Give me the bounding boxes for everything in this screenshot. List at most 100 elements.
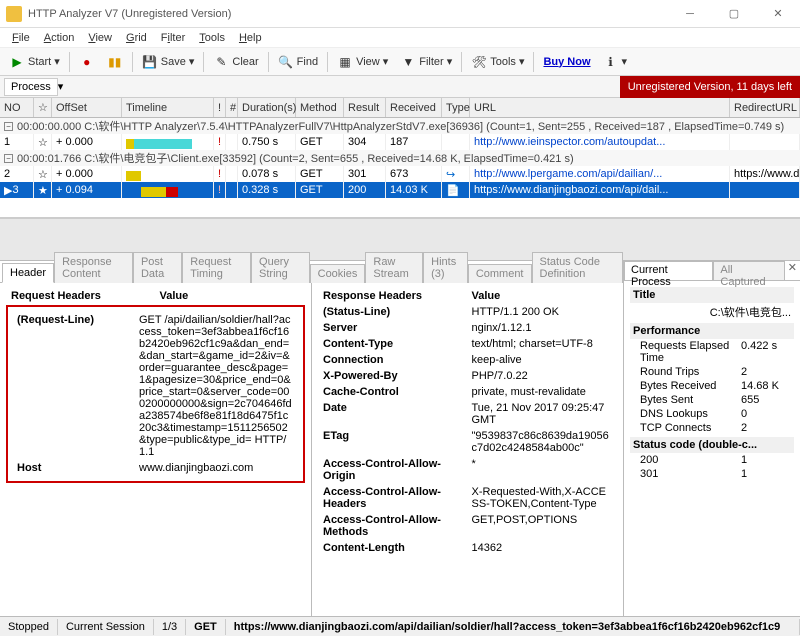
status-count: 1/3: [154, 619, 186, 635]
statusbar: Stopped Current Session 1/3 GET https://…: [0, 616, 800, 636]
col-result[interactable]: Result: [344, 98, 386, 117]
col-method[interactable]: Method: [296, 98, 344, 117]
tab-cookies[interactable]: Cookies: [310, 264, 366, 283]
header-value: nginx/1.12.1: [469, 321, 616, 335]
col-star[interactable]: ☆: [34, 98, 52, 117]
tab-postdata[interactable]: Post Data: [133, 252, 182, 283]
detail-panes: Header Response Content Post Data Reques…: [0, 260, 800, 616]
header-value: private, must-revalidate: [469, 385, 616, 399]
titlebar: HTTP Analyzer V7 (Unregistered Version) …: [0, 0, 800, 28]
doc-icon: 📄: [446, 184, 460, 197]
filter-icon: ▼: [400, 54, 416, 70]
info-button[interactable]: ℹ ▾: [598, 52, 633, 72]
header-value: GET,POST,OPTIONS: [469, 513, 616, 539]
view-icon: ▦: [337, 54, 353, 70]
header-value: Tue, 21 Nov 2017 09:25:47 GMT: [469, 401, 616, 427]
minimize-button[interactable]: ─: [668, 0, 712, 28]
buynow-link[interactable]: Buy Now: [538, 54, 595, 70]
view-button[interactable]: ▦View ▾: [332, 52, 393, 72]
header-name: Content-Type: [320, 337, 467, 351]
menu-tools[interactable]: Tools: [193, 30, 231, 46]
tab-query[interactable]: Query String: [251, 252, 310, 283]
table-row[interactable]: 2☆ + 0.000 ! 0.078 sGET 301673 ↪http://w…: [0, 166, 800, 182]
menu-filter[interactable]: Filter: [155, 30, 191, 46]
header-name: (Status-Line): [320, 305, 467, 319]
col-bang[interactable]: !: [214, 98, 226, 117]
request-grid: −00:00:00.000 C:\软件\HTTP Analyzer\7.5.4\…: [0, 118, 800, 218]
col-timeline[interactable]: Timeline: [122, 98, 214, 117]
filter-button[interactable]: ▼Filter ▾: [395, 52, 457, 72]
header-value: 14362: [469, 541, 616, 555]
tab-hints[interactable]: Hints (3): [423, 252, 468, 283]
status-session: Current Session: [58, 619, 154, 635]
header-value: HTTP/1.1 200 OK: [469, 305, 616, 319]
header-name: Date: [320, 401, 467, 427]
pause-button[interactable]: ▮▮: [102, 52, 128, 72]
col-received[interactable]: Received: [386, 98, 442, 117]
group-row[interactable]: −00:00:00.000 C:\软件\HTTP Analyzer\7.5.4\…: [0, 118, 800, 134]
header-value: "9539837c86c8639da19056c7d02c4248584ab00…: [469, 429, 616, 455]
maximize-button[interactable]: ▢: [712, 0, 756, 28]
toolbar: ▶Start ▾ ● ▮▮ 💾Save ▾ ✎Clear 🔍Find ▦View…: [0, 48, 800, 76]
header-name: Access-Control-Allow-Origin: [320, 457, 467, 483]
col-offset[interactable]: OffSet: [52, 98, 122, 117]
find-button[interactable]: 🔍Find: [273, 52, 323, 72]
start-button[interactable]: ▶Start ▾: [4, 52, 65, 72]
close-pane-icon[interactable]: ✕: [785, 261, 800, 280]
header-name: ETag: [320, 429, 467, 455]
redirect-icon: ↪: [446, 168, 455, 181]
status-stopped: Stopped: [0, 619, 58, 635]
grid-header: NO ☆ OffSet Timeline ! # Duration(s) Met…: [0, 98, 800, 118]
right-pane: Current Process All Captured ✕ TitleC:\软…: [624, 261, 800, 616]
info-icon: ℹ: [603, 54, 619, 70]
col-no[interactable]: NO: [0, 98, 34, 117]
group-row[interactable]: −00:00:01.766 C:\软件\电竞包子\Client.exe[3359…: [0, 150, 800, 166]
col-type[interactable]: Type: [442, 98, 470, 117]
tab-header[interactable]: Header: [2, 263, 54, 283]
header-value: PHP/7.0.22: [469, 369, 616, 383]
tab-timing[interactable]: Request Timing: [182, 252, 251, 283]
request-headers-pane: Request HeadersValue (Request-Line)GET /…: [0, 283, 312, 616]
tab-comment[interactable]: Comment: [468, 264, 532, 283]
header-name: Access-Control-Allow-Methods: [320, 513, 467, 539]
close-button[interactable]: ✕: [756, 0, 800, 28]
status-method: GET: [186, 619, 226, 635]
response-headers-pane: Response HeadersValue (Status-Line)HTTP/…: [312, 283, 623, 616]
tab-response[interactable]: Response Content: [54, 252, 133, 283]
tab-raw[interactable]: Raw Stream: [365, 252, 423, 283]
header-value: *: [469, 457, 616, 483]
clear-button[interactable]: ✎Clear: [208, 52, 263, 72]
detail-tabs: Header Response Content Post Data Reques…: [0, 261, 623, 283]
save-icon: 💾: [142, 54, 158, 70]
collapse-icon[interactable]: −: [4, 154, 13, 163]
menu-view[interactable]: View: [82, 30, 118, 46]
collapse-icon[interactable]: −: [4, 122, 13, 131]
tools-button[interactable]: 🛠Tools ▾: [466, 52, 529, 72]
pause-icon: ▮▮: [107, 54, 123, 70]
unregistered-banner: Unregistered Version, 11 days left: [620, 76, 800, 98]
tab-current-process[interactable]: Current Process: [624, 261, 713, 280]
col-hash[interactable]: #: [226, 98, 238, 117]
header-value: keep-alive: [469, 353, 616, 367]
tab-all-captured[interactable]: All Captured: [713, 261, 784, 280]
clear-icon: ✎: [213, 54, 229, 70]
tab-statuscode[interactable]: Status Code Definition: [532, 252, 624, 283]
col-redirect[interactable]: RedirectURL: [730, 98, 800, 117]
process-label[interactable]: Process: [4, 78, 58, 96]
save-button[interactable]: 💾Save ▾: [137, 52, 200, 72]
header-name: Server: [320, 321, 467, 335]
header-name: Cache-Control: [320, 385, 467, 399]
col-duration[interactable]: Duration(s): [238, 98, 296, 117]
status-url: https://www.dianjingbaozi.com/api/dailia…: [226, 619, 800, 635]
menu-grid[interactable]: Grid: [120, 30, 153, 46]
table-row[interactable]: ▶3★ + 0.094 ! 0.328 sGET 20014.03 K 📄htt…: [0, 182, 800, 198]
col-url[interactable]: URL: [470, 98, 730, 117]
record-icon: ●: [79, 54, 95, 70]
window-title: HTTP Analyzer V7 (Unregistered Version): [28, 8, 668, 20]
menu-action[interactable]: Action: [38, 30, 81, 46]
highlighted-request: (Request-Line)GET /api/dailian/soldier/h…: [6, 305, 305, 483]
table-row[interactable]: 1☆ + 0.000 ! 0.750 sGET 304187 http://ww…: [0, 134, 800, 150]
menu-file[interactable]: File: [6, 30, 36, 46]
menu-help[interactable]: Help: [233, 30, 268, 46]
record-button[interactable]: ●: [74, 52, 100, 72]
